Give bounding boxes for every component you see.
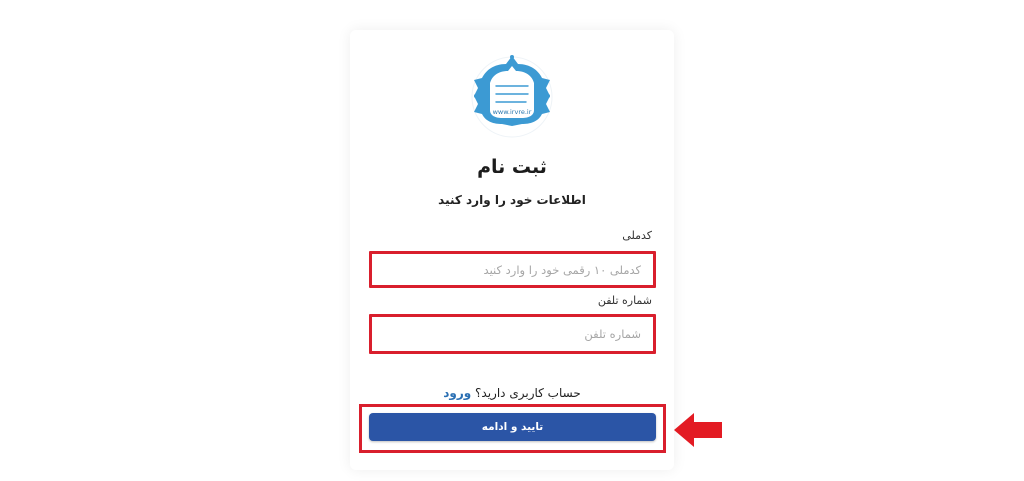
phone-label: شماره تلفن xyxy=(597,294,652,307)
login-prompt: حساب کاربری دارید؟ ورود xyxy=(350,386,674,400)
page-title: ثبت نام xyxy=(477,156,547,178)
logo: www.irvre.ir xyxy=(471,55,553,138)
page-subtitle: اطلاعات خود را وارد کنید xyxy=(438,193,586,207)
national-id-label: کدملی xyxy=(622,229,652,242)
submit-button[interactable]: تایید و ادامه xyxy=(369,413,656,441)
page: www.irvre.ir ثبت نام اطلاعات خود را وارد… xyxy=(0,0,1024,481)
svg-text:www.irvre.ir: www.irvre.ir xyxy=(493,108,532,116)
phone-input[interactable] xyxy=(369,314,656,354)
arrow-left-icon xyxy=(674,413,722,447)
login-link[interactable]: ورود xyxy=(443,386,471,400)
national-id-input[interactable] xyxy=(369,251,656,288)
have-account-text: حساب کاربری دارید؟ xyxy=(475,386,581,400)
